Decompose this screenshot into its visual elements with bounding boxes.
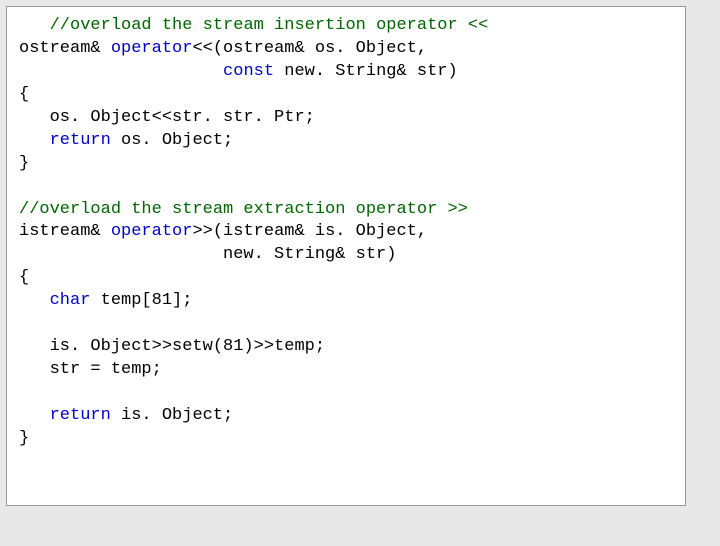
keyword-operator: operator xyxy=(111,39,193,58)
stmt: str = temp; xyxy=(19,360,162,379)
keyword-const: const xyxy=(223,62,274,81)
text: ostream& xyxy=(19,39,111,58)
text: is. Object; xyxy=(111,406,233,425)
keyword-operator: operator xyxy=(111,222,193,241)
indent xyxy=(19,291,50,310)
text: <<(ostream& os. Object, xyxy=(192,39,427,58)
text: >>(istream& is. Object, xyxy=(192,222,427,241)
text: temp[81]; xyxy=(90,291,192,310)
brace-open: { xyxy=(19,268,29,287)
brace-open: { xyxy=(19,85,29,104)
text: istream& xyxy=(19,222,111,241)
keyword-return: return xyxy=(50,406,111,425)
stmt: is. Object>>setw(81)>>temp; xyxy=(19,337,325,356)
keyword-char: char xyxy=(50,291,91,310)
text: new. String& str) xyxy=(19,245,396,264)
comment-extraction: //overload the stream extraction operato… xyxy=(19,200,468,219)
text: os. Object; xyxy=(111,131,233,150)
indent xyxy=(19,62,223,81)
indent xyxy=(19,406,50,425)
indent xyxy=(19,131,50,150)
code-slide: //overload the stream insertion operator… xyxy=(6,6,686,506)
text: new. String& str) xyxy=(274,62,458,81)
brace-close: } xyxy=(19,154,29,173)
stmt: os. Object<<str. str. Ptr; xyxy=(19,108,315,127)
brace-close: } xyxy=(19,429,29,448)
comment-insertion: //overload the stream insertion operator… xyxy=(50,16,489,35)
indent xyxy=(19,16,50,35)
keyword-return: return xyxy=(50,131,111,150)
